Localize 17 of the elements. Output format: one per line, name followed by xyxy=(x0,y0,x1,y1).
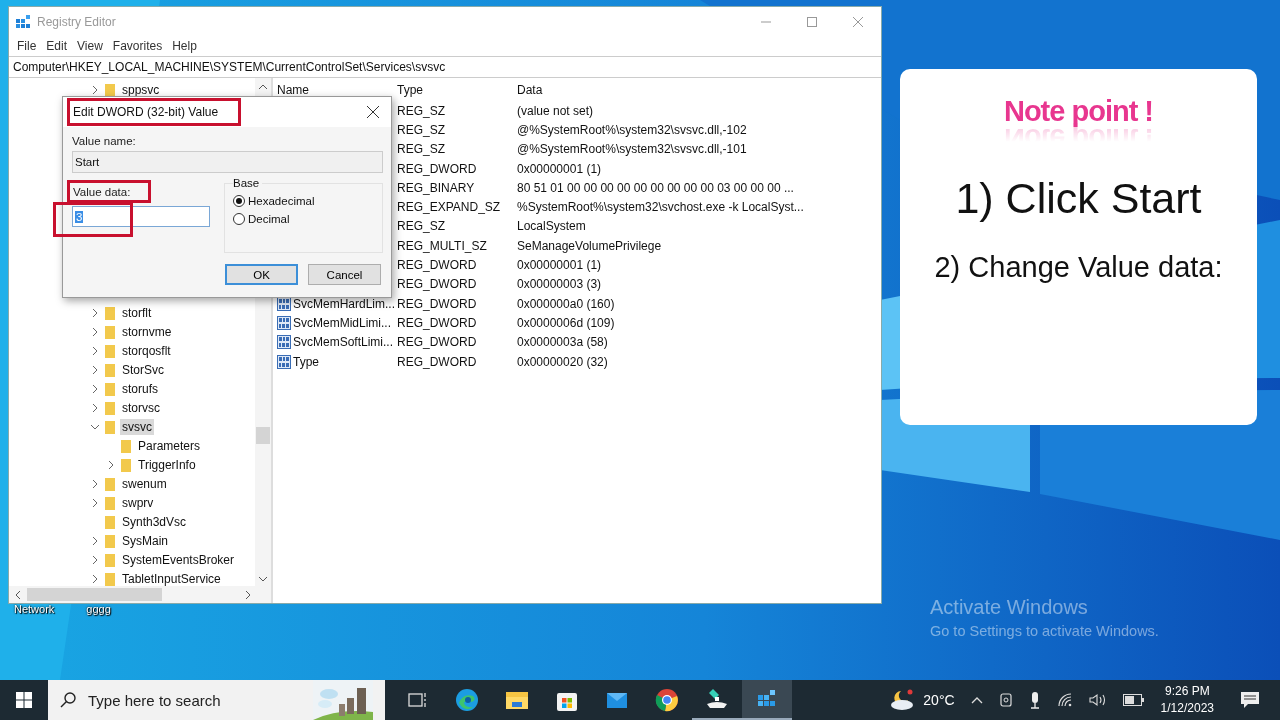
weather-icon[interactable] xyxy=(889,689,916,711)
notification-icon[interactable] xyxy=(1240,691,1260,709)
windows-logo-icon xyxy=(16,692,32,708)
clock-time[interactable]: 9:26 PM xyxy=(1164,683,1210,700)
battery-icon[interactable] xyxy=(1122,694,1145,706)
browser-icon xyxy=(655,688,679,712)
video-editor-icon xyxy=(705,687,729,711)
search-icon xyxy=(60,692,76,708)
clock-date[interactable]: 1/12/2023 xyxy=(1160,700,1214,717)
microphone-icon[interactable] xyxy=(1028,691,1041,709)
camera-icon[interactable] xyxy=(998,692,1013,708)
wifi-icon[interactable] xyxy=(1056,692,1073,708)
task-view-icon xyxy=(407,690,427,710)
chevron-up-icon[interactable] xyxy=(970,696,983,704)
browser-icon xyxy=(455,688,479,712)
volume-icon[interactable] xyxy=(1088,693,1107,707)
temperature[interactable]: 20°C xyxy=(923,692,955,708)
